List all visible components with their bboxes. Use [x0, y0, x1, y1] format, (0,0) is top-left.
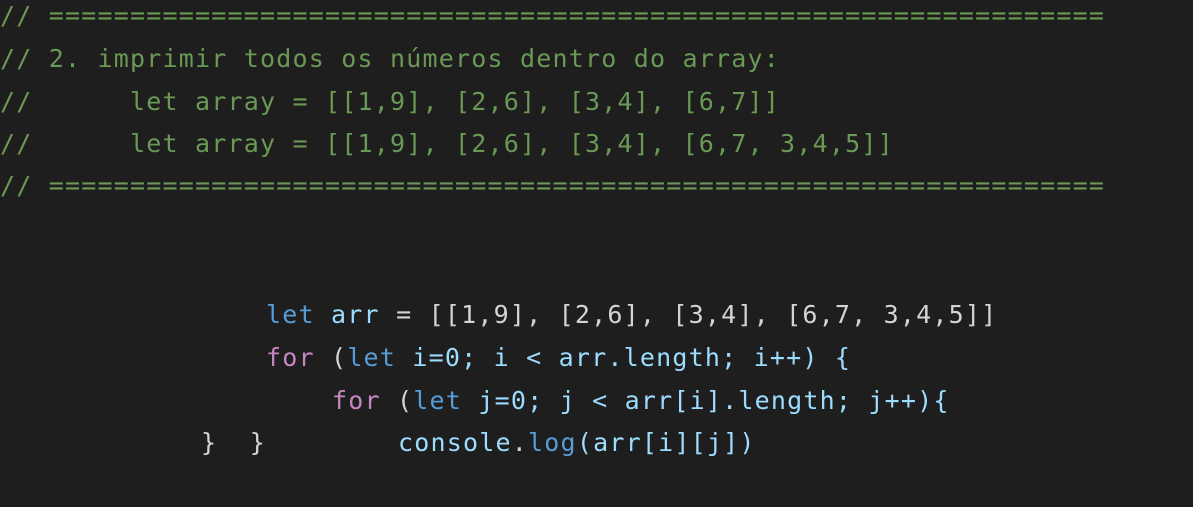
- code-editor[interactable]: // =====================================…: [0, 0, 1193, 469]
- comment-task-title: // 2. imprimir todos os números dentro d…: [0, 44, 781, 73]
- comment-example-1: // let array = [[1,9], [2,6], [3,4], [6,…: [0, 87, 781, 116]
- comment-example-2: // let array = [[1,9], [2,6], [3,4], [6,…: [0, 129, 894, 158]
- code-line-console-log: console.log(arr[i][j]): [333, 378, 756, 457]
- code-line-declaration: let arr = [[1,9], [2,6], [3,4], [6,7, 3,…: [201, 250, 997, 329]
- identifier-console: console: [398, 428, 512, 457]
- method-log: log: [528, 428, 577, 457]
- call-arguments: (arr[i][j]): [576, 428, 756, 457]
- comment-separator-top: // =====================================…: [0, 1, 1106, 30]
- code-line-inner-for: for (let j=0; j < arr[i].length; j++){: [267, 336, 950, 415]
- code-line-closing-braces: } }: [201, 428, 267, 457]
- dot: .: [511, 428, 529, 457]
- comment-separator-bottom: // =====================================…: [0, 171, 1106, 200]
- code-line-outer-for: for (let i=0; i < arr.length; i++) {: [201, 293, 851, 372]
